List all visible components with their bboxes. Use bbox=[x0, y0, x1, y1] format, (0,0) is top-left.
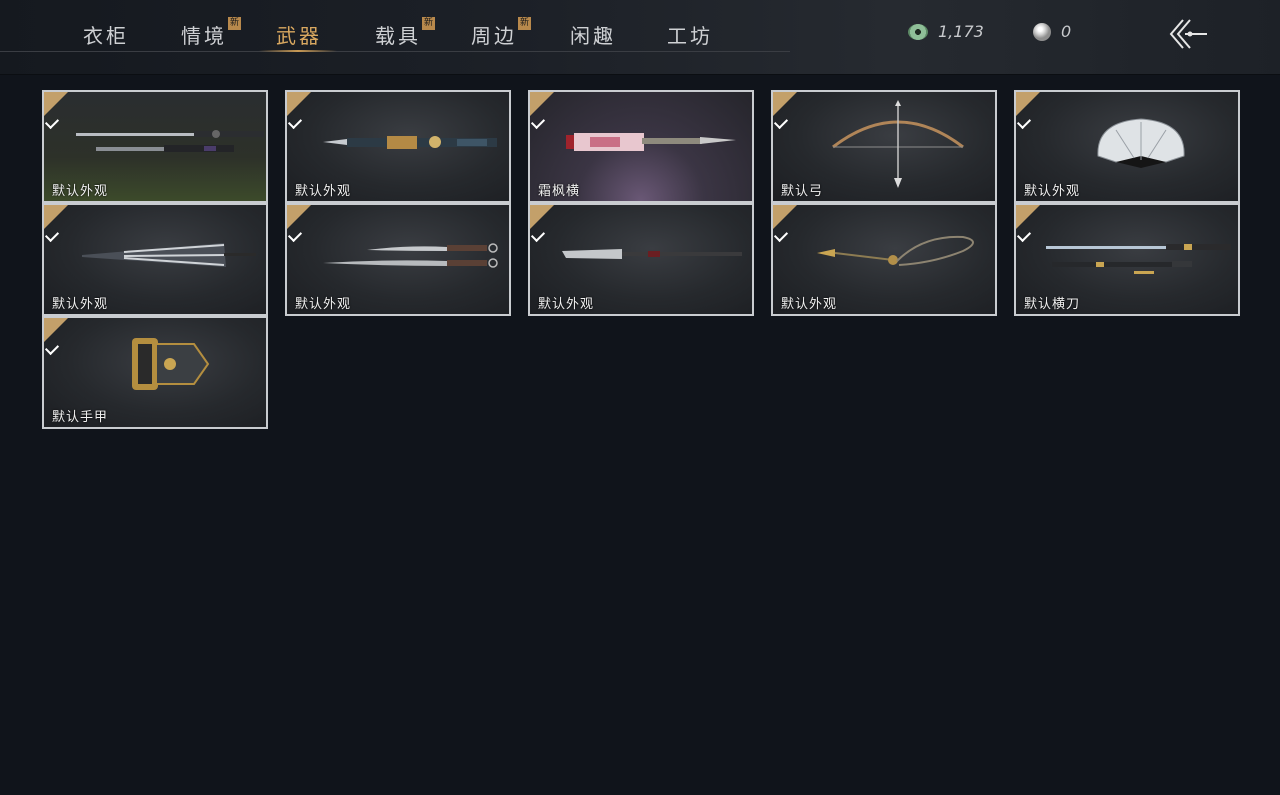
tab-label: 武器 bbox=[276, 24, 322, 48]
card-label: 默认弓 bbox=[781, 184, 824, 199]
equipped-check-icon bbox=[773, 92, 797, 130]
equipped-check-icon bbox=[530, 205, 554, 243]
back-arrow-icon bbox=[1169, 19, 1207, 49]
pearl-amount: 0 bbox=[1061, 22, 1072, 41]
jade-currency: 1,173 bbox=[908, 22, 984, 41]
equipped-check-icon bbox=[287, 92, 311, 130]
card-label: 霜枫横 bbox=[538, 184, 581, 199]
tab-label: 载具 bbox=[375, 24, 421, 48]
card-label: 默认外观 bbox=[52, 297, 109, 312]
active-tab-indicator bbox=[259, 50, 337, 52]
new-badge: 新 bbox=[422, 17, 435, 30]
equipped-check-icon bbox=[530, 92, 554, 130]
back-button[interactable] bbox=[1165, 16, 1211, 52]
jade-amount: 1,173 bbox=[938, 22, 984, 41]
equipped-check-icon bbox=[773, 205, 797, 243]
tab-leisure[interactable]: 闲趣 bbox=[570, 20, 616, 50]
weapon-card[interactable]: 默认手甲 bbox=[42, 316, 268, 429]
tab-weapons[interactable]: 武器 bbox=[276, 20, 322, 50]
card-label: 默认外观 bbox=[1024, 184, 1081, 199]
weapon-card[interactable]: 默认弓 bbox=[771, 90, 997, 203]
pearl-currency: 0 bbox=[1033, 22, 1071, 41]
weapon-card[interactable]: 默认外观 bbox=[42, 203, 268, 316]
tab-vehicles[interactable]: 载具 新 bbox=[375, 17, 435, 50]
equipped-check-icon bbox=[44, 318, 68, 356]
card-label: 默认外观 bbox=[295, 184, 352, 199]
weapon-card[interactable]: 默认横刀 bbox=[1014, 203, 1240, 316]
card-label: 默认外观 bbox=[52, 184, 109, 199]
tab-label: 工坊 bbox=[667, 24, 713, 48]
equipped-check-icon bbox=[287, 205, 311, 243]
tab-scenes[interactable]: 情境 新 bbox=[181, 17, 241, 50]
equipped-check-icon bbox=[1016, 92, 1040, 130]
tab-wardrobe[interactable]: 衣柜 bbox=[83, 20, 129, 50]
tab-label: 闲趣 bbox=[570, 24, 616, 48]
card-label: 默认外观 bbox=[538, 297, 595, 312]
jade-coin-icon bbox=[908, 23, 928, 40]
tab-workshop[interactable]: 工坊 bbox=[667, 20, 713, 50]
pearl-icon bbox=[1033, 22, 1051, 41]
card-label: 默认外观 bbox=[781, 297, 838, 312]
weapon-card[interactable]: 默认外观 bbox=[1014, 90, 1240, 203]
card-label: 默认外观 bbox=[295, 297, 352, 312]
weapon-card[interactable]: 霜枫横 bbox=[528, 90, 754, 203]
tab-label: 衣柜 bbox=[83, 24, 129, 48]
weapon-card[interactable]: 默认外观 bbox=[528, 203, 754, 316]
tab-label: 情境 bbox=[181, 24, 227, 48]
card-label: 默认手甲 bbox=[52, 410, 109, 425]
card-label: 默认横刀 bbox=[1024, 297, 1081, 312]
equipped-check-icon bbox=[44, 92, 68, 130]
equipped-check-icon bbox=[44, 205, 68, 243]
equipped-check-icon bbox=[1016, 205, 1040, 243]
tab-label: 周边 bbox=[471, 24, 517, 48]
weapon-card[interactable]: 默认外观 bbox=[771, 203, 997, 316]
tab-divider bbox=[0, 51, 790, 52]
new-badge: 新 bbox=[518, 17, 531, 30]
new-badge: 新 bbox=[228, 17, 241, 30]
top-navigation-bar: 衣柜 情境 新 武器 载具 新 周边 新 闲趣 工坊 1,173 0 bbox=[0, 0, 1280, 75]
weapon-card[interactable]: 默认外观 bbox=[285, 90, 511, 203]
tab-peripherals[interactable]: 周边 新 bbox=[471, 17, 531, 50]
weapon-card[interactable]: 默认外观 bbox=[285, 203, 511, 316]
weapon-card[interactable]: 默认外观 bbox=[42, 90, 268, 203]
